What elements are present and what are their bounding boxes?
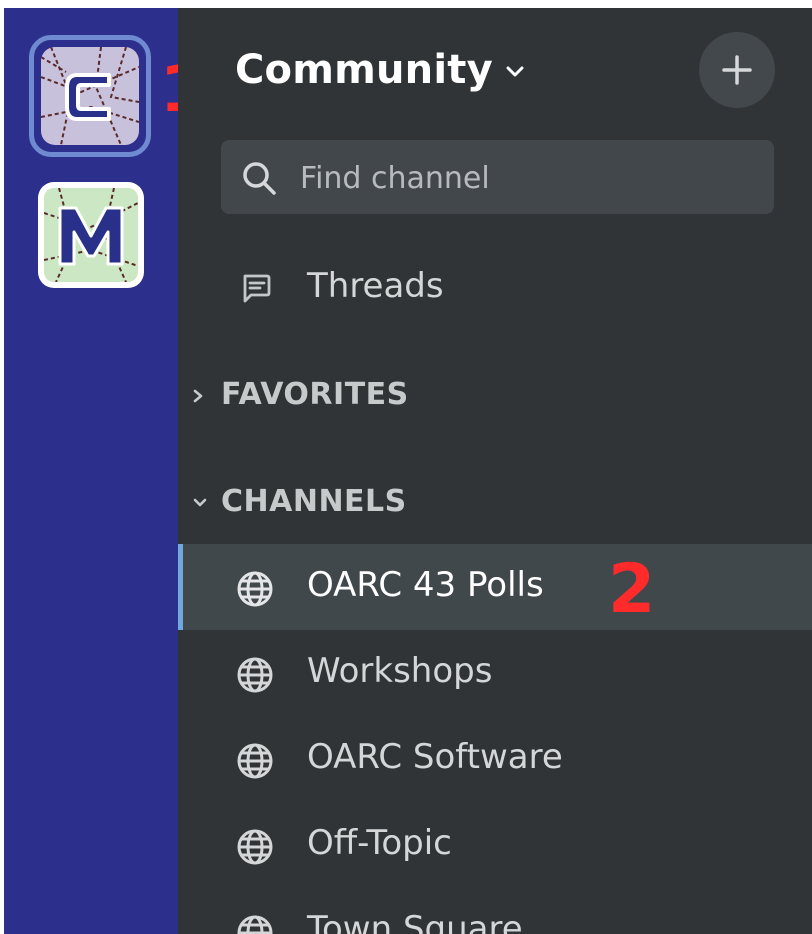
category-label: CHANNELS: [221, 484, 407, 519]
threads-icon: [243, 274, 271, 303]
team-logo-c: [41, 47, 139, 145]
channel-label: OARC Software: [307, 737, 563, 777]
channel-label: Town Square: [307, 909, 523, 934]
find-channel-input[interactable]: [298, 152, 762, 204]
channel-item-oarc-43-polls[interactable]: OARC 43 Polls: [178, 544, 812, 630]
category-channels[interactable]: CHANNELS: [178, 478, 812, 528]
team-name: Community: [235, 47, 493, 93]
chevron-down-icon: [505, 64, 525, 83]
plus-icon: [722, 55, 752, 85]
channel-label: Workshops: [307, 651, 493, 691]
channel-label: OARC 43 Polls: [307, 565, 544, 605]
channel-item-off-topic[interactable]: Off-Topic: [178, 802, 812, 888]
chevron-right-icon: [193, 389, 203, 403]
channel-item-town-square[interactable]: Town Square: [178, 888, 812, 934]
globe-icon: [237, 915, 273, 934]
threads-label: Threads: [307, 266, 444, 306]
channel-item-workshops[interactable]: Workshops: [178, 630, 812, 716]
globe-icon: [237, 657, 273, 693]
channel-item-oarc-software[interactable]: OARC Software: [178, 716, 812, 802]
channel-sidebar: Community Threads FAVORITES CHANN: [178, 8, 812, 934]
team-menu-button[interactable]: Community: [235, 42, 525, 98]
search-icon: [243, 162, 276, 195]
globe-icon: [237, 571, 273, 607]
globe-icon: [237, 829, 273, 865]
find-channel-button[interactable]: [221, 140, 774, 214]
chevron-down-icon: [193, 498, 207, 507]
team-button-m[interactable]: [38, 182, 144, 288]
category-label: FAVORITES: [221, 377, 409, 412]
threads-item[interactable]: Threads: [178, 256, 812, 320]
annotation-marker-2: 2: [608, 550, 656, 629]
team-logo-m: [44, 188, 138, 282]
add-button[interactable]: [699, 32, 775, 108]
team-sidebar: [4, 8, 178, 934]
channel-label: Off-Topic: [307, 823, 452, 863]
category-favorites[interactable]: FAVORITES: [178, 371, 812, 421]
globe-icon: [237, 743, 273, 779]
team-button-community[interactable]: [29, 35, 151, 157]
